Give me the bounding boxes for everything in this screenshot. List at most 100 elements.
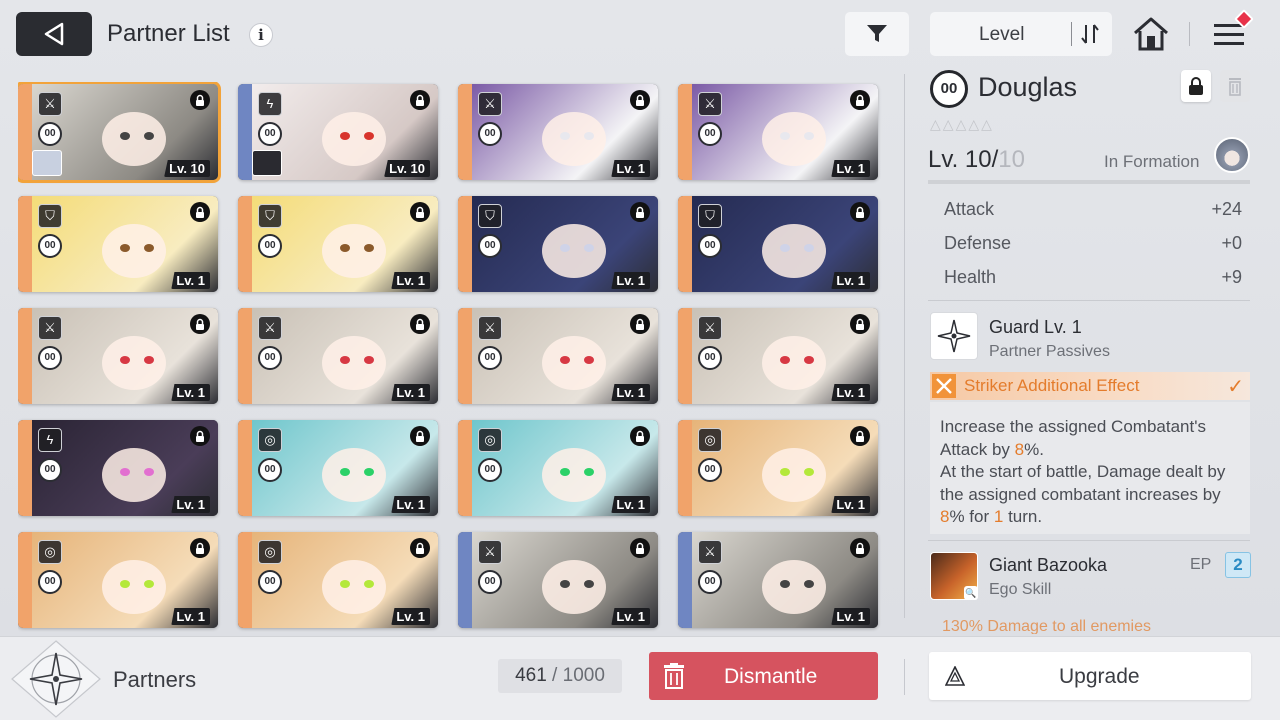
- ego-skill-type: Ego Skill: [989, 581, 1052, 598]
- lock-icon[interactable]: [850, 314, 870, 334]
- star-icon: △: [968, 116, 980, 132]
- rank-badge: 00: [478, 570, 502, 594]
- rank-badge: 00: [38, 570, 62, 594]
- partner-card[interactable]: ⚔ 00 Lv. 1: [678, 84, 878, 180]
- ego-divider: [928, 540, 1250, 541]
- striker-effect-bar[interactable]: Striker Additional Effect ✓: [930, 372, 1250, 400]
- rank-badge: 00: [258, 122, 282, 146]
- rarity-strip: [18, 196, 32, 292]
- lock-icon: [1189, 77, 1203, 95]
- lock-icon[interactable]: [630, 538, 650, 558]
- sort-order-icon[interactable]: [1078, 22, 1102, 46]
- rarity-strip: [458, 532, 472, 628]
- filter-button[interactable]: [845, 12, 909, 56]
- partner-card[interactable]: ⛉ 00 Lv. 1: [678, 196, 878, 292]
- formation-avatar[interactable]: [1214, 137, 1250, 173]
- striker-class-icon: ⚔: [38, 316, 62, 340]
- partner-card[interactable]: ◎ 00 Lv. 1: [18, 532, 218, 628]
- sort-dropdown[interactable]: Level: [930, 12, 1112, 56]
- stat-value: +24: [1211, 199, 1242, 219]
- lock-icon[interactable]: [630, 314, 650, 334]
- star-icon: △: [942, 116, 954, 132]
- stat-value: +0: [1221, 233, 1242, 253]
- rarity-strip: [458, 308, 472, 404]
- upgrade-label: Upgrade: [1059, 665, 1140, 688]
- lock-icon[interactable]: [190, 90, 210, 110]
- partner-card[interactable]: ⚔ 00 Lv. 1: [238, 308, 438, 404]
- partner-card[interactable]: ⚔ 00 Lv. 1: [678, 532, 878, 628]
- desc-value: 8: [1014, 439, 1025, 459]
- partner-card[interactable]: ⚔ 00 Lv. 10: [18, 82, 221, 183]
- stat-label: Health: [944, 267, 997, 287]
- lock-icon[interactable]: [850, 202, 870, 222]
- rank-badge: 00: [38, 234, 62, 258]
- partner-card[interactable]: ◎ 00 Lv. 1: [678, 420, 878, 516]
- check-icon: ✓: [1227, 376, 1244, 398]
- rarity-strip: [238, 196, 252, 292]
- lock-icon[interactable]: [190, 202, 210, 222]
- striker-class-icon: ⚔: [478, 540, 502, 564]
- level-label: Lv. 1: [391, 608, 430, 625]
- home-icon[interactable]: [1132, 16, 1170, 52]
- dismantle-button[interactable]: Dismantle: [649, 652, 878, 700]
- lock-icon[interactable]: [410, 426, 430, 446]
- lock-icon[interactable]: [410, 202, 430, 222]
- compass-star-icon: [937, 319, 971, 353]
- striker-class-icon: ⚔: [698, 92, 722, 116]
- level-current: Lv. 10/: [928, 146, 999, 173]
- rank-badge: 00: [698, 570, 722, 594]
- partner-card[interactable]: ⚔ 00 Lv. 1: [458, 84, 658, 180]
- rank-badge: 00: [698, 346, 722, 370]
- lock-icon[interactable]: [190, 538, 210, 558]
- partner-card[interactable]: ◎ 00 Lv. 1: [238, 420, 438, 516]
- partner-card[interactable]: ⚔ 00 Lv. 1: [458, 532, 658, 628]
- star-icon: △: [955, 116, 967, 132]
- rarity-strip: [458, 420, 472, 516]
- partner-card[interactable]: ϟ 00 Lv. 10: [238, 84, 438, 180]
- partner-card[interactable]: ⚔ 00 Lv. 1: [678, 308, 878, 404]
- partner-card[interactable]: ϟ 00 Lv. 1: [18, 420, 218, 516]
- lock-button[interactable]: [1181, 70, 1211, 102]
- lock-icon[interactable]: [190, 426, 210, 446]
- partner-card[interactable]: ◎ 00 Lv. 1: [238, 532, 438, 628]
- lock-icon[interactable]: [410, 314, 430, 334]
- partner-card[interactable]: ⚔ 00 Lv. 1: [18, 308, 218, 404]
- lock-icon[interactable]: [630, 202, 650, 222]
- lock-icon[interactable]: [630, 90, 650, 110]
- trash-button[interactable]: [1220, 70, 1250, 102]
- magnifier-icon[interactable]: 🔍: [964, 586, 978, 600]
- rank-badge: 00: [698, 458, 722, 482]
- partner-card[interactable]: ⛉ 00 Lv. 1: [458, 196, 658, 292]
- effect-description: Increase the assigned Combatant's Attack…: [930, 402, 1250, 534]
- rank-badge: 00: [478, 234, 502, 258]
- striker-class-icon: ⚔: [258, 316, 282, 340]
- lock-icon[interactable]: [850, 426, 870, 446]
- lock-icon[interactable]: [410, 538, 430, 558]
- passive-skill-icon[interactable]: [930, 312, 978, 360]
- rarity-strip: [458, 84, 472, 180]
- count-separator: /: [546, 665, 563, 686]
- partner-card[interactable]: ⛉ 00 Lv. 1: [238, 196, 438, 292]
- info-icon[interactable]: i: [249, 23, 273, 47]
- upgrade-button[interactable]: Upgrade: [929, 652, 1251, 700]
- back-button[interactable]: [16, 12, 92, 56]
- formation-status: In Formation: [1104, 152, 1200, 171]
- lock-icon[interactable]: [850, 90, 870, 110]
- partner-name: Douglas: [978, 72, 1078, 102]
- lock-icon[interactable]: [190, 314, 210, 334]
- level-label: Lv. 1: [611, 608, 650, 625]
- desc-value: 1: [993, 507, 1004, 527]
- partner-card[interactable]: ◎ 00 Lv. 1: [458, 420, 658, 516]
- rank-badge: 00: [258, 570, 282, 594]
- lock-icon[interactable]: [630, 426, 650, 446]
- filter-icon: [867, 25, 887, 42]
- rarity-strip: [678, 532, 692, 628]
- lock-icon[interactable]: [850, 538, 870, 558]
- striker-class-icon: ⚔: [478, 92, 502, 116]
- stat-row: Health +9: [928, 264, 1250, 298]
- lock-icon[interactable]: [410, 90, 430, 110]
- partner-card[interactable]: ⚔ 00 Lv. 1: [458, 308, 658, 404]
- partner-card[interactable]: ⛉ 00 Lv. 1: [18, 196, 218, 292]
- rarity-strip: [678, 196, 692, 292]
- trash-icon: [1229, 78, 1241, 96]
